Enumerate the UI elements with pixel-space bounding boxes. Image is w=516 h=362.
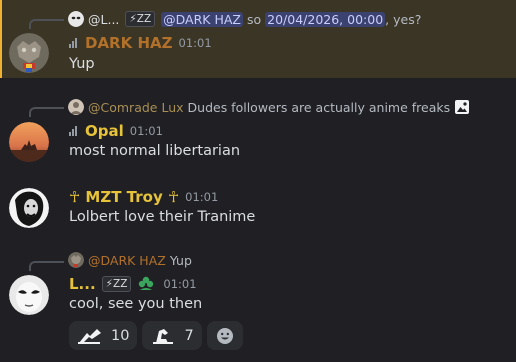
reaction-custom-emoji-1[interactable]: 10 <box>69 321 138 350</box>
reply-preview[interactable]: @L... ⚡ZZ @DARK HAZ so 20/04/2026, 00:00… <box>68 10 421 28</box>
reply-author[interactable]: @Comrade Lux <box>88 100 184 115</box>
add-reaction-icon <box>216 327 233 344</box>
avatar[interactable] <box>9 122 49 162</box>
reactions-bar: 10 7 <box>69 321 243 350</box>
mention[interactable]: @DARK HAZ <box>161 11 243 27</box>
reaction-custom-emoji-2[interactable]: 7 <box>142 321 202 350</box>
author-name[interactable]: DARK HAZ <box>85 34 173 52</box>
message-opal: @Comrade Lux Dudes followers are actuall… <box>0 90 516 170</box>
message-text: most normal libertarian <box>69 143 241 159</box>
timestamp-mention: 20/04/2026, 00:00 <box>265 11 386 27</box>
message-text: cool, see you then <box>69 296 203 312</box>
message-dark-haz: @L... ⚡ZZ @DARK HAZ so 20/04/2026, 00:00… <box>0 0 516 78</box>
image-icon <box>454 99 470 115</box>
message-header: DARK HAZ 01:01 <box>69 33 212 53</box>
avatar[interactable] <box>9 33 49 73</box>
message-header: ☥ MZT Troy ☥ 01:01 <box>69 187 218 207</box>
signal-icon <box>69 126 77 136</box>
clover-icon <box>137 275 155 293</box>
signal-icon <box>69 38 77 48</box>
reply-text-end: , yes? <box>385 11 422 27</box>
reaction-count: 10 <box>111 327 130 344</box>
reply-preview[interactable]: @DARK HAZ Yup <box>68 251 192 269</box>
reply-author[interactable]: @L... <box>88 12 119 27</box>
timestamp[interactable]: 01:01 <box>185 190 218 204</box>
reply-text: Dudes followers are actually anime freak… <box>187 99 451 115</box>
avatar[interactable] <box>9 275 49 315</box>
timestamp[interactable]: 01:01 <box>179 36 212 50</box>
reply-avatar[interactable] <box>68 11 84 27</box>
reply-text: Yup <box>169 252 192 268</box>
add-reaction-button[interactable] <box>206 321 243 350</box>
reaction-count: 7 <box>184 327 194 344</box>
message-text: Lolbert love their Tranime <box>69 209 256 225</box>
timestamp[interactable]: 01:01 <box>163 277 196 291</box>
reply-text: so <box>246 11 262 27</box>
server-tag[interactable]: ⚡ZZ <box>125 11 156 27</box>
message-header: Opal 01:01 <box>69 121 163 141</box>
custom-emoji-1-icon <box>78 328 101 344</box>
reply-spine <box>29 261 64 271</box>
message-mzt-troy: ☥ MZT Troy ☥ 01:01 Lolbert love their Tr… <box>0 180 516 240</box>
reply-avatar[interactable] <box>68 99 84 115</box>
reply-spine <box>29 19 64 29</box>
custom-emoji-2-icon <box>153 328 174 344</box>
author-name[interactable]: ☥ MZT Troy ☥ <box>69 188 179 206</box>
reply-avatar[interactable] <box>68 252 84 268</box>
message-text: Yup <box>69 56 95 72</box>
author-name[interactable]: L... <box>69 275 96 293</box>
timestamp[interactable]: 01:01 <box>130 124 163 138</box>
message-header: L... ⚡ZZ 01:01 <box>69 274 197 294</box>
reply-preview[interactable]: @Comrade Lux Dudes followers are actuall… <box>68 98 470 116</box>
avatar[interactable] <box>9 188 49 228</box>
reply-author[interactable]: @DARK HAZ <box>88 253 166 268</box>
server-tag[interactable]: ⚡ZZ <box>101 276 132 292</box>
author-name[interactable]: Opal <box>85 122 124 140</box>
reply-spine <box>29 107 64 117</box>
